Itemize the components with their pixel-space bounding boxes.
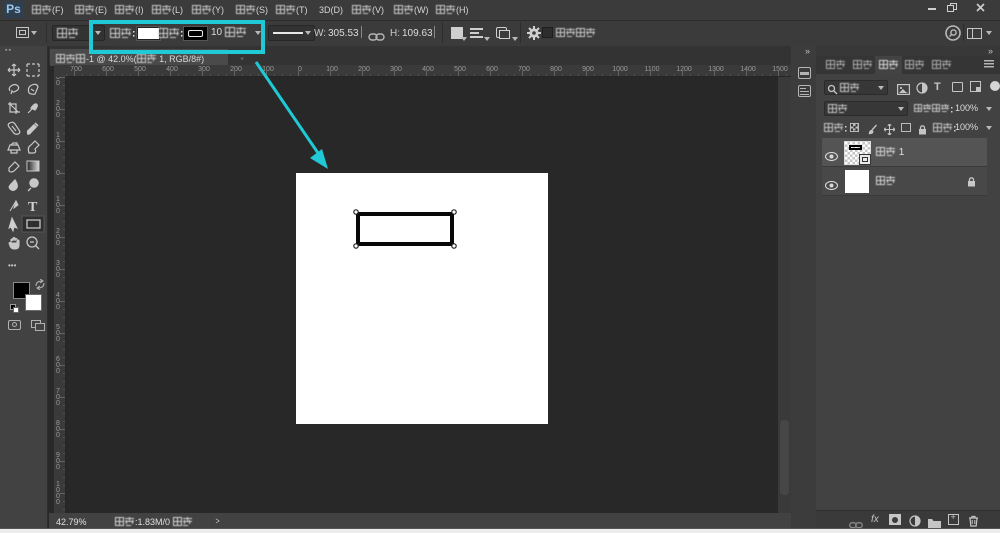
- svg-text:T: T: [28, 200, 38, 215]
- svg-text:•••: •••: [8, 261, 17, 270]
